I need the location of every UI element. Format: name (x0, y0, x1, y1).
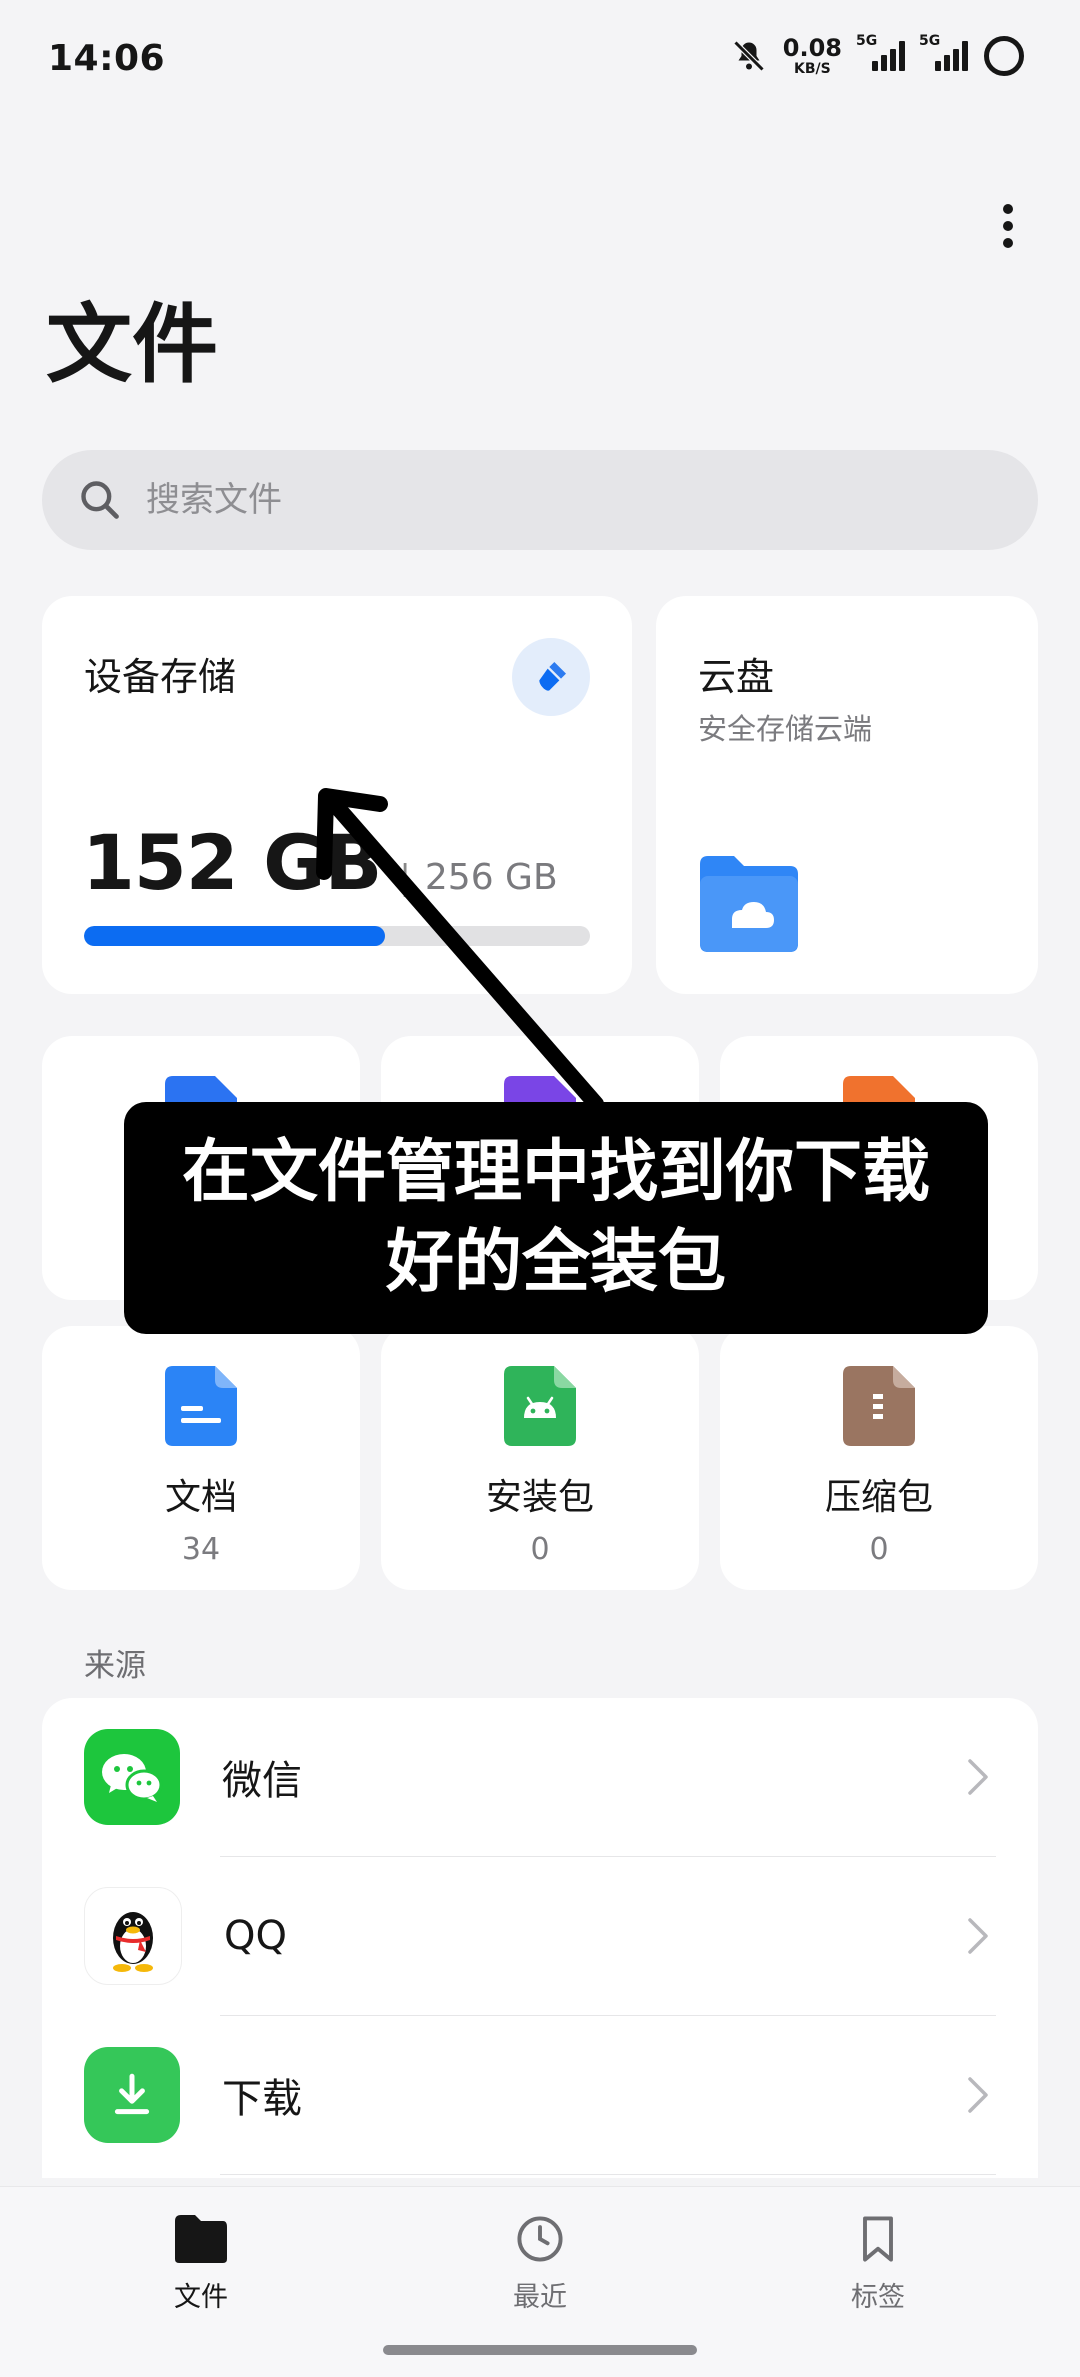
signal-2-label: 5G (919, 33, 941, 49)
storage-separator: | (399, 858, 411, 898)
category-card-apks[interactable]: 安装包 0 (381, 1326, 699, 1590)
storage-progress-fill (84, 926, 385, 946)
page-title: 文件 (46, 295, 218, 395)
net-speed: 0.08 KB/S (783, 36, 842, 76)
category-count: 34 (181, 1532, 221, 1567)
storage-title: 设备存储 (84, 655, 237, 699)
nav-tab-files[interactable]: 文件 (121, 2213, 281, 2314)
signal-1-label: 5G (856, 33, 878, 49)
home-indicator[interactable] (383, 2345, 697, 2355)
source-item-wechat[interactable]: 微信 (42, 1698, 1038, 1856)
chevron-right-icon (968, 1918, 988, 1954)
chevron-right-icon (968, 1759, 988, 1795)
storage-usage: 152 GB | 256 GB (82, 818, 558, 907)
more-options-icon[interactable] (1002, 204, 1014, 248)
search-input[interactable] (144, 479, 968, 521)
net-speed-unit: KB/S (794, 61, 831, 77)
caption-line-1: 在文件管理中找到你下载 (181, 1133, 930, 1213)
cloud-subtitle: 安全存储云端 (698, 712, 873, 746)
qq-penguin-icon (84, 1887, 182, 1985)
download-icon (84, 2047, 180, 2143)
category-count: 0 (869, 1532, 889, 1567)
nav-label: 最近 (513, 2282, 567, 2313)
archive-file-icon (843, 1366, 915, 1446)
chevron-right-icon (968, 2077, 988, 2113)
caption-line-2: 好的全装包 (385, 1223, 726, 1302)
status-icons: 0.08 KB/S 5G 5G (731, 33, 1024, 76)
folder-icon (175, 2215, 227, 2263)
source-label: 微信 (222, 1758, 302, 1804)
status-time: 14:06 (48, 38, 166, 79)
sources-list: 微信 QQ 下载 (42, 1698, 1038, 2178)
category-label: 安装包 (485, 1477, 594, 1518)
tutorial-caption: 在文件管理中找到你下载 好的全装包 (124, 1102, 988, 1334)
status-ring-icon (984, 36, 1024, 76)
nav-tab-tags[interactable]: 标签 (798, 2213, 958, 2314)
source-item-download[interactable]: 下载 (42, 2016, 1038, 2174)
category-count: 0 (530, 1532, 550, 1567)
search-bar[interactable] (42, 450, 1038, 550)
category-label: 压缩包 (824, 1477, 933, 1518)
android-package-icon (504, 1366, 576, 1446)
nav-label: 标签 (851, 2282, 905, 2313)
search-icon (81, 481, 119, 519)
sources-section-title: 来源 (84, 1648, 146, 1684)
category-label: 文档 (164, 1477, 237, 1518)
source-item-qq[interactable]: QQ (42, 1857, 1038, 2015)
cloud-title: 云盘 (698, 655, 775, 699)
wechat-icon (84, 1729, 180, 1825)
signal-1-icon: 5G (856, 33, 905, 71)
mute-bell-icon (733, 40, 765, 72)
nav-label: 文件 (174, 2282, 228, 2313)
document-file-icon (165, 1366, 237, 1446)
device-storage-card[interactable]: 设备存储 152 GB | 256 GB (42, 596, 632, 994)
category-card-documents[interactable]: 文档 34 (42, 1326, 360, 1590)
net-speed-value: 0.08 (782, 34, 842, 62)
source-label: QQ (224, 1913, 287, 1959)
storage-used: 152 GB (82, 818, 382, 907)
category-card-archives[interactable]: 压缩包 0 (720, 1326, 1038, 1590)
clean-button[interactable] (512, 638, 590, 716)
storage-total: 256 GB (424, 857, 558, 898)
cloud-folder-icon (700, 856, 798, 952)
cloud-drive-card[interactable]: 云盘 安全存储云端 (656, 596, 1038, 994)
storage-progress-bar (84, 926, 590, 946)
bookmark-icon (863, 2216, 893, 2262)
source-label: 下载 (222, 2076, 302, 2122)
broom-icon (539, 662, 566, 691)
signal-2-icon: 5G (919, 33, 968, 71)
clock-icon (517, 2216, 563, 2262)
nav-tab-recent[interactable]: 最近 (460, 2213, 620, 2314)
